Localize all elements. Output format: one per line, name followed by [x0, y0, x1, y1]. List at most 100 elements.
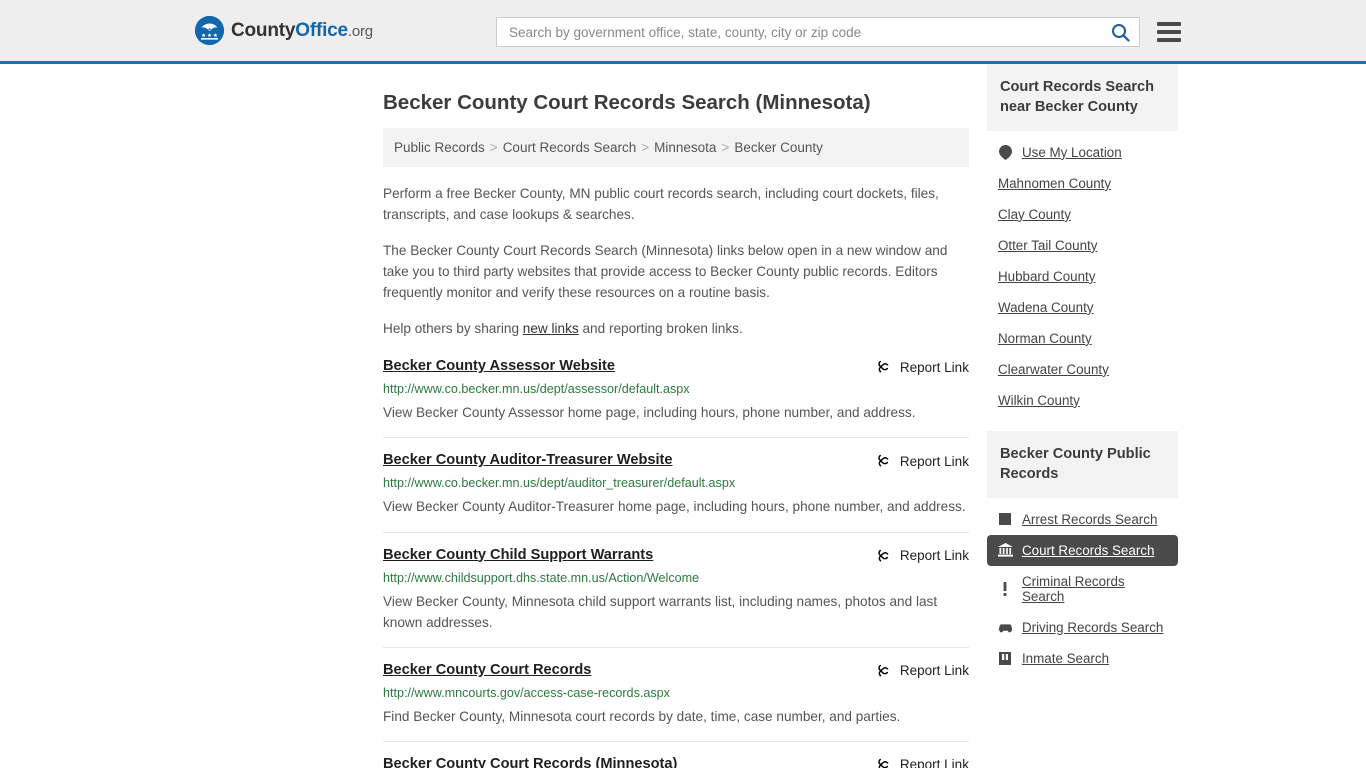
breadcrumb-item-becker-county: Becker County	[734, 140, 823, 155]
intro-section: Perform a free Becker County, MN public …	[383, 183, 969, 339]
result-header: Becker County Auditor-Treasurer Website …	[383, 452, 969, 469]
square-icon	[998, 512, 1013, 527]
new-links-link[interactable]: new links	[523, 321, 579, 336]
sidebar-item-inmate-search[interactable]: Inmate Search	[987, 643, 1178, 674]
result-item: Becker County Child Support Warrants Rep…	[383, 547, 969, 648]
report-link-label: Report Link	[899, 548, 969, 563]
logo-text-org: .org	[347, 22, 373, 40]
logo-text-office: Office	[295, 19, 348, 41]
nearby-searches-card: Court Records Search near Becker County …	[986, 64, 1178, 416]
result-url: http://www.co.becker.mn.us/dept/auditor_…	[383, 476, 736, 491]
sidebar-item-hubbard-county[interactable]: Hubbard County	[987, 261, 1178, 292]
sidebar-link-clearwater-county[interactable]: Clearwater County	[998, 362, 1109, 377]
sidebar: Court Records Search near Becker County …	[986, 64, 1178, 768]
breadcrumb-item-court-records-search[interactable]: Court Records Search	[503, 140, 637, 155]
search-icon[interactable]	[1109, 21, 1131, 43]
breadcrumb-separator: >	[489, 140, 498, 155]
sidebar-item-arrest-records-search[interactable]: Arrest Records Search	[987, 504, 1178, 535]
result-title-link[interactable]: Becker County Child Support Warrants	[383, 547, 653, 563]
main-content: Becker County Court Records Search (Minn…	[383, 64, 969, 768]
exclamation-icon	[998, 581, 1013, 596]
result-url: http://www.childsupport.dhs.state.mn.us/…	[383, 570, 700, 585]
result-header: Becker County Assessor Website Report Li…	[383, 358, 969, 375]
result-title-link[interactable]: Becker County Court Records	[383, 662, 591, 678]
result-header: Becker County Court Records (Minnesota) …	[383, 756, 969, 768]
intro-p3-before: Help others by sharing	[383, 321, 523, 337]
sidebar-link-arrest-records-search[interactable]: Arrest Records Search	[1022, 512, 1157, 527]
report-link-button[interactable]: Report Link	[876, 756, 969, 768]
report-link-label: Report Link	[899, 757, 969, 768]
sidebar-link-use-my-location[interactable]: Use My Location	[1022, 145, 1122, 160]
sidebar-link-hubbard-county[interactable]: Hubbard County	[998, 269, 1096, 284]
courthouse-icon	[997, 543, 1013, 558]
intro-paragraph-3: Help others by sharing new links and rep…	[383, 318, 969, 339]
result-title-link[interactable]: Becker County Auditor-Treasurer Website	[383, 452, 673, 468]
sidebar-item-clearwater-county[interactable]: Clearwater County	[987, 354, 1178, 385]
result-description: View Becker County Assessor home page, i…	[383, 405, 916, 421]
public-records-list: Arrest Records Search Court Records Sear…	[986, 498, 1178, 674]
site-logo-text: CountyOffice.org	[231, 20, 373, 42]
breadcrumb-item-public-records[interactable]: Public Records	[394, 140, 485, 155]
sidebar-item-court-records-search[interactable]: Court Records Search	[986, 534, 1178, 566]
breadcrumb-item-minnesota[interactable]: Minnesota	[654, 140, 716, 155]
sidebar-item-mahnomen-county[interactable]: Mahnomen County	[987, 168, 1178, 199]
sidebar-item-wadena-county[interactable]: Wadena County	[987, 292, 1178, 323]
search-group	[496, 17, 1181, 47]
sidebar-link-mahnomen-county[interactable]: Mahnomen County	[998, 176, 1111, 191]
car-icon	[998, 620, 1013, 635]
hamburger-menu-icon[interactable]	[1157, 22, 1181, 42]
sidebar-item-norman-county[interactable]: Norman County	[987, 323, 1178, 354]
sidebar-link-clay-county[interactable]: Clay County	[998, 207, 1071, 222]
map-pin-icon	[998, 144, 1013, 160]
report-link-button[interactable]: Report Link	[876, 452, 969, 469]
results-list: Becker County Assessor Website Report Li…	[383, 358, 969, 768]
sidebar-link-inmate-search[interactable]: Inmate Search	[1022, 651, 1109, 666]
report-link-label: Report Link	[899, 663, 969, 679]
sidebar-item-wilkin-county[interactable]: Wilkin County	[987, 385, 1178, 416]
search-input[interactable]	[507, 23, 1109, 41]
sidebar-item-driving-records-search[interactable]: Driving Records Search	[987, 612, 1178, 643]
sidebar-item-clay-county[interactable]: Clay County	[987, 199, 1178, 230]
public-records-card: Becker County Public Records Arrest Reco…	[986, 430, 1178, 674]
report-link-label: Report Link	[899, 453, 969, 469]
report-link-button[interactable]: Report Link	[876, 547, 969, 564]
result-title-link[interactable]: Becker County Court Records (Minnesota)	[383, 756, 677, 768]
sidebar-link-norman-county[interactable]: Norman County	[998, 331, 1092, 346]
result-url: http://www.mncourts.gov/access-case-reco…	[383, 685, 670, 700]
site-logo[interactable]: CountyOffice.org	[195, 16, 373, 45]
broken-link-icon	[878, 455, 889, 467]
result-item: Becker County Court Records Report Link …	[383, 662, 969, 742]
nearby-searches-list: Use My Location Mahnomen County Clay Cou…	[987, 131, 1178, 416]
broken-link-icon	[878, 549, 889, 562]
broken-link-icon	[878, 361, 889, 373]
site-header: CountyOffice.org	[0, 0, 1366, 64]
result-title-link[interactable]: Becker County Assessor Website	[383, 358, 615, 374]
sidebar-link-criminal-records-search[interactable]: Criminal Records Search	[1022, 574, 1167, 604]
result-description: Find Becker County, Minnesota court reco…	[383, 708, 901, 724]
report-link-label: Report Link	[899, 359, 969, 375]
search-box[interactable]	[496, 17, 1140, 47]
sidebar-link-court-records-search[interactable]: Court Records Search	[1022, 543, 1154, 558]
sidebar-link-otter-tail-county[interactable]: Otter Tail County	[998, 238, 1097, 253]
nearby-searches-heading: Court Records Search near Becker County	[986, 64, 1178, 131]
layout-container: Becker County Court Records Search (Minn…	[188, 64, 1178, 768]
result-description: View Becker County Auditor-Treasurer hom…	[383, 499, 966, 515]
report-link-button[interactable]: Report Link	[876, 662, 969, 679]
sidebar-item-otter-tail-county[interactable]: Otter Tail County	[987, 230, 1178, 261]
result-header: Becker County Child Support Warrants Rep…	[383, 547, 969, 564]
result-item: Becker County Assessor Website Report Li…	[383, 358, 969, 439]
sidebar-item-criminal-records-search[interactable]: Criminal Records Search	[987, 566, 1178, 612]
eagle-seal-icon	[195, 16, 224, 45]
breadcrumb: Public Records > Court Records Search > …	[383, 128, 969, 167]
sidebar-link-wadena-county[interactable]: Wadena County	[998, 300, 1094, 315]
breadcrumb-separator: >	[721, 140, 730, 155]
logo-text-county: County	[231, 19, 296, 41]
sidebar-link-wilkin-county[interactable]: Wilkin County	[998, 393, 1080, 408]
sidebar-link-driving-records-search[interactable]: Driving Records Search	[1022, 620, 1163, 635]
result-item: Becker County Court Records (Minnesota) …	[383, 756, 969, 768]
report-link-button[interactable]: Report Link	[876, 358, 969, 375]
inmate-icon	[998, 651, 1013, 666]
sidebar-item-use-my-location[interactable]: Use My Location	[987, 137, 1178, 168]
result-url: http://www.co.becker.mn.us/dept/assessor…	[383, 382, 690, 397]
public-records-heading: Becker County Public Records	[986, 430, 1178, 498]
